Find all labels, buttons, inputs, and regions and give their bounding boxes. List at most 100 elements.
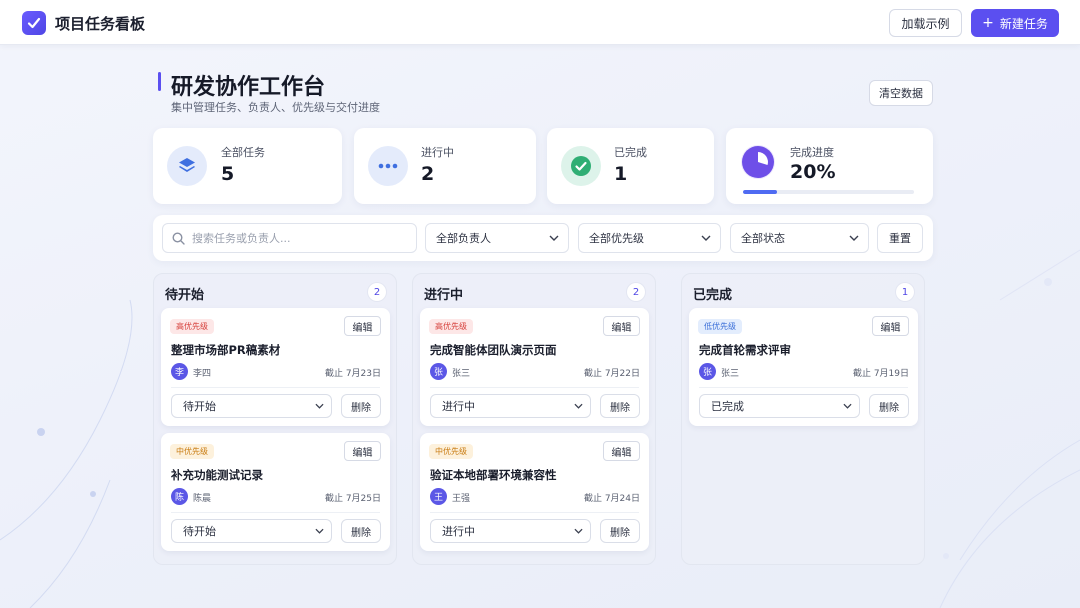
avatar: 王 (430, 488, 447, 505)
title-accent-bar (158, 72, 161, 91)
stat-value-total: 5 (221, 163, 235, 185)
status-select-value: 待开始 (183, 400, 216, 413)
column-done: 已完成 1 低优先级 编辑 完成首轮需求评审 张 张三 截止 7月19日 已完成… (681, 273, 925, 565)
priority-badge: 低优先级 (698, 319, 742, 334)
logo-checkbox-icon (22, 11, 46, 35)
pie-chart-icon (741, 145, 775, 179)
task-title: 整理市场部PR稿素材 (171, 343, 281, 357)
status-select[interactable]: 已完成 (699, 394, 860, 418)
delete-button[interactable]: 删除 (869, 394, 909, 418)
task-card[interactable]: 中优先级 编辑 补充功能测试记录 陈 陈晨 截止 7月25日 待开始 删除 (161, 433, 390, 551)
priority-badge: 中优先级 (170, 444, 214, 459)
task-title: 验证本地部署环境兼容性 (430, 468, 557, 482)
task-card[interactable]: 中优先级 编辑 验证本地部署环境兼容性 王 王强 截止 7月24日 进行中 删除 (420, 433, 649, 551)
chevron-down-icon (849, 235, 859, 241)
due-date: 截止 7月22日 (583, 369, 640, 379)
divider (430, 387, 639, 388)
stat-value-in-progress: 2 (421, 163, 435, 185)
plus-icon: + (982, 15, 994, 31)
stat-label-done: 已完成 (614, 146, 647, 159)
assignee-name: 王强 (452, 494, 471, 504)
layers-icon (167, 146, 207, 186)
load-example-button[interactable]: 加载示例 (889, 9, 962, 37)
task-card[interactable]: 高优先级 编辑 完成智能体团队演示页面 张 张三 截止 7月22日 进行中 删除 (420, 308, 649, 426)
column-title: 已完成 (693, 288, 733, 303)
column-count-badge: 2 (627, 283, 645, 301)
due-date: 截止 7月25日 (324, 494, 381, 504)
chevron-down-icon (574, 528, 583, 534)
ellipsis-icon (368, 146, 408, 186)
delete-button[interactable]: 删除 (600, 394, 640, 418)
stat-value-done: 1 (614, 163, 628, 185)
assignee-filter-select[interactable]: 全部负责人 (425, 223, 569, 253)
delete-button[interactable]: 删除 (600, 519, 640, 543)
edit-button[interactable]: 编辑 (344, 441, 381, 461)
search-icon (172, 231, 185, 245)
divider (171, 512, 380, 513)
divider (171, 387, 380, 388)
column-title: 进行中 (424, 288, 464, 303)
status-select[interactable]: 待开始 (171, 519, 332, 543)
progress-bar (743, 190, 914, 194)
divider (699, 387, 908, 388)
status-select-value: 进行中 (442, 400, 475, 413)
status-select-value: 待开始 (183, 525, 216, 538)
status-select[interactable]: 进行中 (430, 519, 591, 543)
stat-label-in-progress: 进行中 (421, 146, 454, 159)
chevron-down-icon (315, 403, 324, 409)
stat-card-progress: 完成进度 20% (726, 128, 933, 204)
priority-filter-select[interactable]: 全部优先级 (578, 223, 721, 253)
column-title: 待开始 (165, 288, 205, 303)
due-date: 截止 7月19日 (852, 369, 909, 379)
chevron-down-icon (315, 528, 324, 534)
top-bar: 项目任务看板 加载示例 + 新建任务 (0, 0, 1080, 45)
chevron-down-icon (549, 235, 559, 241)
column-todo: 待开始 2 高优先级 编辑 整理市场部PR稿素材 李 李四 截止 7月23日 待… (153, 273, 397, 565)
avatar: 李 (171, 363, 188, 380)
assignee-name: 张三 (721, 369, 740, 379)
priority-filter-value: 全部优先级 (589, 232, 644, 245)
assignee-name: 陈晨 (193, 494, 212, 504)
status-filter-select[interactable]: 全部状态 (730, 223, 869, 253)
chevron-down-icon (701, 235, 711, 241)
status-select[interactable]: 待开始 (171, 394, 332, 418)
reset-filters-button[interactable]: 重置 (877, 223, 923, 253)
search-box[interactable] (162, 223, 417, 253)
search-input[interactable] (192, 231, 402, 245)
chevron-down-icon (574, 403, 583, 409)
assignee-name: 张三 (452, 369, 471, 379)
column-in-progress: 进行中 2 高优先级 编辑 完成智能体团队演示页面 张 张三 截止 7月22日 … (412, 273, 656, 565)
avatar: 陈 (171, 488, 188, 505)
task-card[interactable]: 低优先级 编辑 完成首轮需求评审 张 张三 截止 7月19日 已完成 删除 (689, 308, 918, 426)
priority-badge: 中优先级 (429, 444, 473, 459)
edit-button[interactable]: 编辑 (603, 316, 640, 336)
edit-button[interactable]: 编辑 (603, 441, 640, 461)
task-card[interactable]: 高优先级 编辑 整理市场部PR稿素材 李 李四 截止 7月23日 待开始 删除 (161, 308, 390, 426)
clear-data-button[interactable]: 清空数据 (869, 80, 933, 106)
stat-label-total: 全部任务 (221, 146, 265, 159)
filter-bar: 全部负责人 全部优先级 全部状态 重置 (153, 215, 933, 261)
new-task-button[interactable]: + 新建任务 (971, 9, 1059, 37)
stat-card-done: 已完成 1 (547, 128, 714, 204)
delete-button[interactable]: 删除 (341, 394, 381, 418)
page-title: 研发协作工作台 (171, 75, 326, 100)
task-title: 完成首轮需求评审 (699, 343, 791, 357)
edit-button[interactable]: 编辑 (872, 316, 909, 336)
delete-button[interactable]: 删除 (341, 519, 381, 543)
chevron-down-icon (843, 403, 852, 409)
due-date: 截止 7月23日 (324, 369, 381, 379)
avatar: 张 (430, 363, 447, 380)
priority-badge: 高优先级 (170, 319, 214, 334)
status-select-value: 已完成 (711, 400, 744, 413)
progress-bar-fill (743, 190, 778, 194)
page-subtitle: 集中管理任务、负责人、优先级与交付进度 (171, 101, 380, 114)
new-task-label: 新建任务 (999, 16, 1048, 31)
task-title: 补充功能测试记录 (171, 468, 263, 482)
priority-badge: 高优先级 (429, 319, 473, 334)
edit-button[interactable]: 编辑 (344, 316, 381, 336)
task-title: 完成智能体团队演示页面 (430, 343, 557, 357)
assignee-name: 李四 (193, 369, 212, 379)
status-filter-value: 全部状态 (741, 232, 785, 245)
status-select[interactable]: 进行中 (430, 394, 591, 418)
check-circle-icon (561, 146, 601, 186)
